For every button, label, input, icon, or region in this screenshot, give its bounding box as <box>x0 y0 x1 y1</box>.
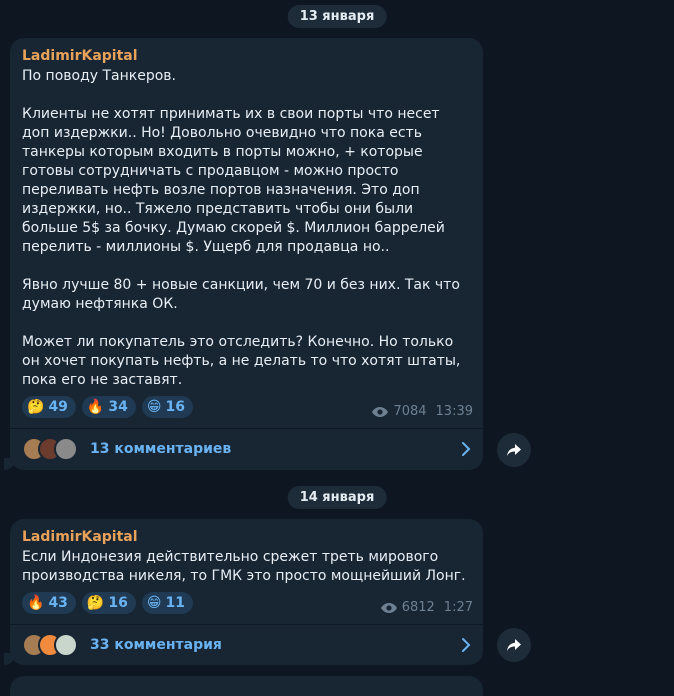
channel-post[interactable]: LadimirKapital Если Индонезия действител… <box>4 519 483 665</box>
post-text: По поводу Танкеров. Клиенты не хотят при… <box>22 68 461 388</box>
comments-button[interactable]: 13 комментариев <box>10 429 483 469</box>
next-post-edge <box>10 676 483 696</box>
reaction-count: 16 <box>108 595 128 611</box>
post-meta: 6812 1:27 <box>380 600 473 615</box>
reaction-chip[interactable]: 🔥 34 <box>81 396 136 418</box>
post-author[interactable]: LadimirKapital <box>22 527 471 547</box>
post-text: Если Индонезия действительно срежет трет… <box>22 549 466 584</box>
channel-post[interactable]: LadimirKapital По поводу Танкеров. Клиен… <box>4 38 483 470</box>
views-count: 7084 <box>393 404 427 419</box>
reaction-chip[interactable]: 🔥 43 <box>22 592 76 614</box>
share-button[interactable] <box>497 433 531 467</box>
post-author[interactable]: LadimirKapital <box>22 46 471 66</box>
grin-emoji-icon: 😁 <box>146 399 162 415</box>
eye-icon <box>372 406 389 417</box>
commenter-avatars <box>22 633 78 657</box>
post-time: 1:27 <box>443 600 473 615</box>
reaction-chip[interactable]: 🤔 49 <box>22 396 76 418</box>
grin-emoji-icon: 😁 <box>146 595 162 611</box>
post-time: 13:39 <box>435 404 473 419</box>
reaction-count: 43 <box>48 595 68 611</box>
reaction-count: 11 <box>165 595 185 611</box>
reaction-chip[interactable]: 😁 16 <box>141 396 193 418</box>
comments-label: 33 комментария <box>90 637 222 653</box>
reaction-count: 49 <box>48 399 68 415</box>
reaction-count: 16 <box>165 399 185 415</box>
post-meta: 7084 13:39 <box>371 404 473 419</box>
comments-button[interactable]: 33 комментария <box>10 625 483 665</box>
date-separator: 14 января <box>287 486 387 509</box>
reaction-chip[interactable]: 🤔 16 <box>81 592 136 614</box>
date-separator: 13 января <box>287 5 387 28</box>
comments-label: 13 комментариев <box>90 441 232 457</box>
fire-emoji-icon: 🔥 <box>27 595 45 611</box>
avatar <box>54 633 78 657</box>
chevron-right-icon <box>462 442 471 456</box>
share-arrow-icon <box>507 639 521 651</box>
views-count: 6812 <box>401 600 435 615</box>
thinking-emoji-icon: 🤔 <box>27 399 45 415</box>
chevron-right-icon <box>462 638 471 652</box>
eye-icon <box>380 602 397 613</box>
reaction-count: 34 <box>108 399 128 415</box>
avatar <box>54 437 78 461</box>
thinking-emoji-icon: 🤔 <box>86 595 105 611</box>
commenter-avatars <box>22 437 78 461</box>
share-arrow-icon <box>507 444 521 456</box>
fire-emoji-icon: 🔥 <box>86 399 105 415</box>
reaction-chip[interactable]: 😁 11 <box>141 592 193 614</box>
share-button[interactable] <box>497 628 531 662</box>
